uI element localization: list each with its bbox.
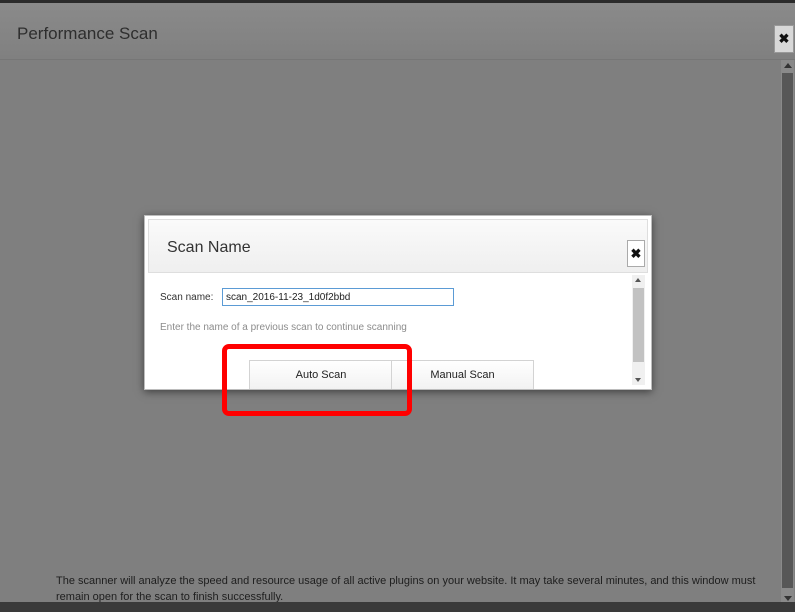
scroll-up-arrow-icon[interactable] (784, 63, 792, 68)
window-close-button[interactable]: ✖ (774, 25, 794, 53)
highlight-box (222, 344, 412, 416)
bottom-border (0, 602, 795, 612)
manual-scan-button[interactable]: Manual Scan (391, 360, 534, 389)
scroll-up-arrow-icon[interactable] (635, 278, 641, 282)
close-icon: ✖ (778, 31, 790, 46)
dialog-scrollbar[interactable] (632, 275, 645, 385)
scrollbar-thumb[interactable] (633, 288, 644, 362)
scroll-down-arrow-icon[interactable] (784, 596, 792, 601)
window-scrollbar[interactable] (781, 60, 794, 605)
dialog-title: Scan Name (167, 239, 251, 256)
dialog-header: Scan Name ✖ (148, 219, 648, 273)
window-title: Performance Scan (17, 24, 158, 43)
scan-name-input[interactable] (222, 288, 454, 306)
scan-name-hint: Enter the name of a previous scan to con… (160, 322, 407, 333)
window-header: Performance Scan ✖ (0, 3, 795, 60)
dialog-close-button[interactable]: ✖ (627, 240, 645, 267)
scrollbar-thumb[interactable] (782, 73, 793, 588)
scan-name-label: Scan name: (160, 292, 214, 303)
close-icon: ✖ (630, 245, 642, 261)
scan-description: The scanner will analyze the speed and r… (56, 575, 756, 603)
scroll-down-arrow-icon[interactable] (635, 378, 641, 382)
